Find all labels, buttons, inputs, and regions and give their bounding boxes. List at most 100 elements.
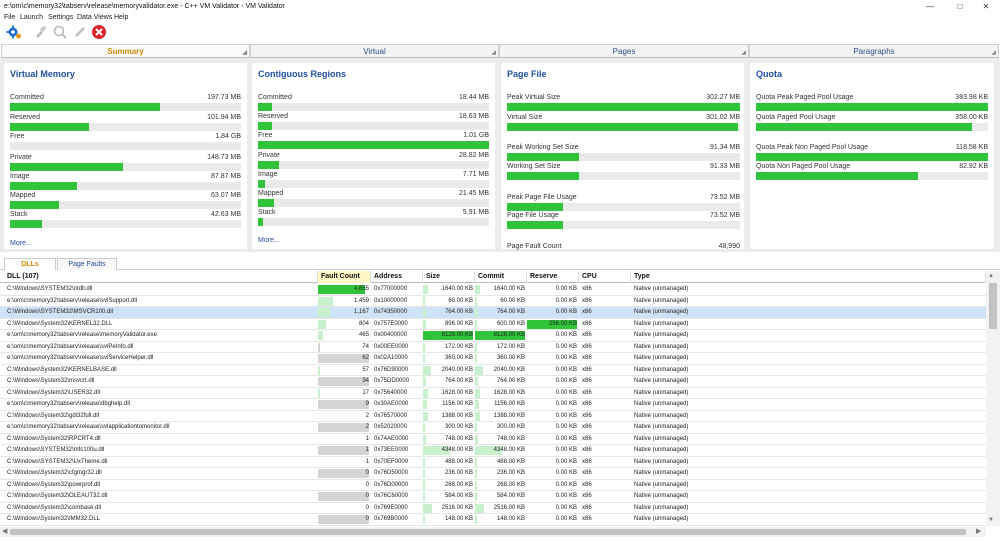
cell-text: 0x10000000 [374,297,408,304]
cell-text: x86 [582,343,592,350]
maximize-button[interactable]: □ [946,1,974,12]
cell-text: C:\Windows\System32\KERNEL32.DLL [7,320,113,327]
table-row[interactable]: C:\Windows\System32\KERNEL32.DLL 804 0x757… [0,319,986,330]
table-row[interactable]: C:\Windows\System32\gdi32full.dll 2 0x7657… [0,411,986,422]
table-row[interactable]: C:\Windows\System32\USER32.dll 17 0x756400… [0,388,986,399]
vm-more-link[interactable]: More... [10,240,32,247]
tab-virtual[interactable]: Virtual ◢ [250,44,499,58]
scroll-right-icon[interactable]: ▶ [976,527,981,535]
cell-dll: C:\Windows\System32\IMM32.DLL [4,514,318,525]
cell-type: Native (unmanaged) [631,480,986,491]
cell-address: 0x769B0000 [371,514,423,525]
row-label: Stack [258,209,276,216]
pencil-icon[interactable] [72,24,88,40]
table-row[interactable]: C:\Windows\SYSTEM32\MSVCR100.dll 1,167 0x7… [0,307,986,319]
table-row[interactable]: e:\om\c\memory32\tabserv\release\svlappl… [0,422,986,434]
cell-text: C:\Windows\SYSTEM32\UxTheme.dll [7,458,108,465]
cell-bar [475,503,484,513]
col-reserve[interactable]: Reserve [527,271,579,283]
col-cpu[interactable]: CPU [579,271,631,283]
table-row[interactable]: C:\Windows\System32\RPCRT4.dll 1 0x74AE000… [0,434,986,445]
menu-launch[interactable]: Launch [20,14,43,21]
cell-text: 0.00 KB [555,343,577,350]
pin-icon[interactable] [32,24,48,40]
cell-type: Native (unmanaged) [631,514,986,525]
row-label: Mapped [258,190,284,197]
table-row[interactable]: e:\om\c\memory32\tabserv\release\dbghelp… [0,399,986,411]
row-label: Committed [258,94,292,101]
menu-data-views[interactable]: Data Views [77,14,112,21]
tab-paragraphs[interactable]: Paragraphs ◢ [749,44,999,58]
settings-gear-icon[interactable] [6,24,22,40]
pf-peak-virtual-row: Peak Virtual Size 302.27 MB [507,94,740,111]
table-row[interactable]: C:\Windows\SYSTEM32\mfc100u.dll 1 0x73EE00… [0,445,986,457]
tab-pages[interactable]: Pages ◢ [499,44,749,58]
pin-search-icon[interactable] [52,24,68,40]
col-size[interactable]: Size [423,271,475,283]
col-commit[interactable]: Commit [475,271,527,283]
cell-address: 0x76D50000 [371,468,423,479]
minimize-button[interactable]: — [916,1,944,12]
row-label: Image [258,171,278,178]
usage-bar-fill [10,201,59,209]
usage-bar-fill [507,103,740,111]
scroll-down-icon[interactable]: ▼ [988,517,994,523]
col-type[interactable]: Type [631,271,986,283]
resize-grip-icon: ◢ [242,50,247,56]
col-address[interactable]: Address [371,271,423,283]
table-row[interactable]: e:\om\c\memory32\tabserv\release\memoryV… [0,330,986,342]
cell-text: 488.00 KB [444,458,473,465]
table-row[interactable]: e:\om\c\memory32\tabserv\release\svlServ… [0,353,986,365]
tab-summary[interactable]: Summary ◢ [1,44,250,58]
vertical-scrollbar[interactable]: ▲ ▼ [986,271,1000,526]
cell-cpu: x86 [579,307,631,318]
cell-address: 0x76D00000 [371,480,423,491]
table-row[interactable]: C:\Windows\SYSTEM32\UxTheme.dll 1 0x70EF00… [0,457,986,468]
table-row[interactable]: C:\Windows\System32\powrprof.dll 0 0x76D00… [0,480,986,491]
usage-bar-fill [756,123,972,131]
col-fault-count[interactable]: Fault Count [318,271,371,283]
cell-text: 0x76D00000 [374,481,409,488]
scroll-up-icon[interactable]: ▲ [988,273,994,279]
cell-commit: 600.00 KB [475,319,527,330]
table-row[interactable]: e:\om\c\memory32\tabserv\release\svlPeIn… [0,342,986,353]
cell-dll: C:\Windows\System32\OLEAUT32.dll [4,491,318,502]
cr-more-link[interactable]: More... [258,237,280,244]
table-row[interactable]: C:\Windows\System32\combase.dll 0 0x769E00… [0,503,986,514]
menu-help[interactable]: Help [114,14,128,21]
cell-text: 1,167 [353,309,369,315]
scroll-thumb[interactable] [989,283,997,329]
scroll-left-icon[interactable]: ◀ [2,527,7,535]
cell-text: Native (unmanaged) [634,378,689,384]
table-row[interactable]: C:\Windows\SYSTEM32\ntdll.dll 4,655 0x7700… [0,284,986,296]
table-row[interactable]: C:\Windows\System32\cfgmgr32.dll 0 0x76D50… [0,468,986,480]
cell-bar [318,423,369,432]
contiguous-regions-panel: Contiguous Regions Committed 18.44 MB Res… [252,63,495,249]
row-value: 21.45 MB [459,190,489,197]
tab-page-faults[interactable]: Page Faults [57,258,117,270]
table-row[interactable]: C:\Windows\System32\msvcrt.dll 34 0x75DD00… [0,376,986,388]
cell-text: C:\Windows\SYSTEM32\MSVCR100.dll [7,309,114,315]
menu-settings[interactable]: Settings [48,14,73,21]
usage-bar [258,122,489,130]
table-row[interactable]: C:\Windows\System32\KERNELBASE.dll 57 0x76… [0,365,986,376]
tab-dlls[interactable]: DLLs [4,258,56,270]
close-button[interactable]: ✕ [972,1,1000,12]
table-row[interactable]: C:\Windows\System32\OLEAUT32.dll 0 0x76C60… [0,491,986,503]
cell-text: 764.00 KB [496,309,525,315]
cell-text: 74 [362,343,369,350]
scroll-thumb[interactable] [10,529,966,535]
cell-type: Native (unmanaged) [631,457,986,468]
table-row[interactable]: e:\om\c\memory32\tabserv\release\svlSupp… [0,296,986,307]
menu-file[interactable]: File [4,14,15,21]
horizontal-scrollbar[interactable]: ◀ ▶ [0,527,986,537]
cell-text: x86 [582,309,592,315]
quota-panel: Quota Quota Peak Paged Pool Usage 383.98 … [750,63,994,249]
cell-bar [423,469,425,478]
cell-reserve: 296.00 KB [527,319,579,330]
stop-icon[interactable] [91,24,107,40]
cell-text: 360.00 KB [496,355,525,361]
table-row[interactable]: C:\Windows\System32\IMM32.DLL 0 0x769B0000… [0,514,986,526]
col-dll[interactable]: DLL (107) [4,271,318,283]
cell-text: 1156.00 KB [494,401,525,407]
